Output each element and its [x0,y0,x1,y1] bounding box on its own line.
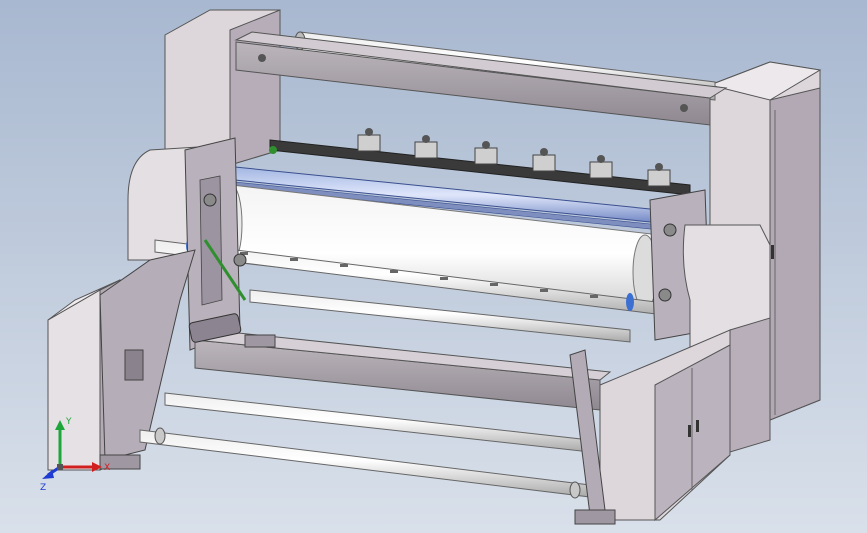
y-axis-arrow: Y [55,417,72,467]
x-axis-label: X [104,463,110,473]
cad-viewport[interactable]: Y X Z [0,0,867,533]
z-axis-arrow: Z [40,465,61,492]
coordinate-triad: Y X Z [40,417,110,492]
right-front-cabinet[interactable] [599,329,731,522]
triad-origin [57,464,63,470]
x-axis-arrow: X [60,462,110,473]
z-axis-label: Z [40,483,46,492]
y-axis-label: Y [65,417,72,427]
slitting-machine-model[interactable] [0,0,867,533]
